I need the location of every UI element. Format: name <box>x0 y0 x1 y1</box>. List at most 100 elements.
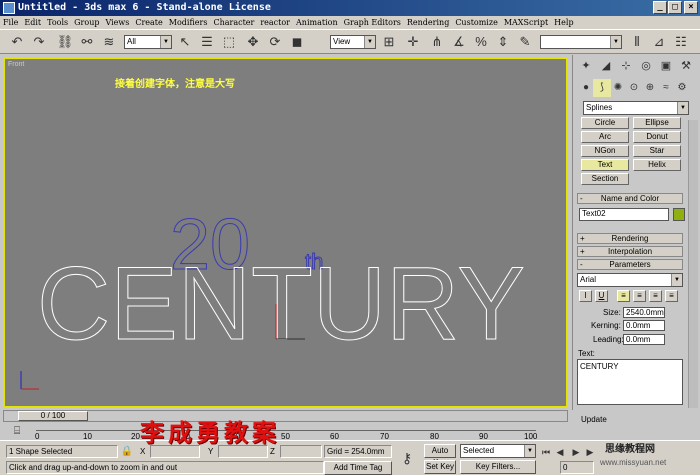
leading-spinner[interactable]: 0.0mm <box>623 334 665 345</box>
maximize-button[interactable]: □ <box>668 1 682 14</box>
menu-reactor[interactable]: reactor <box>257 16 293 29</box>
undo-icon[interactable]: ↶ <box>8 33 26 51</box>
ellipse-button[interactable]: Ellipse <box>633 117 681 129</box>
name-and-color-rollout[interactable]: - Name and Color <box>577 193 683 204</box>
justify-button[interactable]: ≡ <box>665 290 678 302</box>
menu-graph-editors[interactable]: Graph Editors <box>341 16 404 29</box>
section-button[interactable]: Section <box>581 173 629 185</box>
object-name-field[interactable]: Text02 <box>579 208 669 221</box>
display-tab-icon[interactable]: ▣ <box>657 57 675 75</box>
menu-character[interactable]: Character <box>210 16 257 29</box>
shape-category-dropdown[interactable]: Splines ▼ <box>583 101 689 115</box>
current-frame-field[interactable]: 0 <box>560 461 594 474</box>
rendering-rollout[interactable]: + Rendering <box>577 233 683 244</box>
go-to-start-icon[interactable]: ⏮ <box>540 443 552 461</box>
menu-help[interactable]: Help <box>551 16 576 29</box>
text-button[interactable]: Text <box>581 159 629 171</box>
select-move-icon[interactable]: ✥ <box>244 33 262 51</box>
utilities-tab-icon[interactable]: ⚒ <box>677 57 695 75</box>
select-manipulate-icon[interactable]: ✛ <box>404 33 422 51</box>
menu-maxscript[interactable]: MAXScript <box>501 16 551 29</box>
command-panel: ✦ ◢ ⊹ ◎ ▣ ⚒ ● ⟆ ✺ ⊙ ⊕ ≈ ⚙ Splines ▼ Circ… <box>572 55 700 424</box>
close-button[interactable]: × <box>684 1 698 14</box>
align-left-button[interactable]: ≡ <box>617 290 630 302</box>
angle-snap-icon[interactable]: ∡ <box>450 33 468 51</box>
menu-customize[interactable]: Customize <box>452 16 501 29</box>
z-coordinate-field[interactable] <box>280 445 322 458</box>
rectangular-selection-icon[interactable]: ⬚ <box>220 33 238 51</box>
menu-rendering[interactable]: Rendering <box>404 16 452 29</box>
selection-filter-value: All <box>127 37 136 46</box>
snap-toggle-icon[interactable]: ⋔ <box>428 33 446 51</box>
command-panel-scrollbar[interactable] <box>688 120 698 408</box>
reference-coordinate-dropdown[interactable]: View ▼ <box>330 35 376 49</box>
track-bar[interactable]: ⌸ 0 10 20 30 40 50 60 70 80 90 100 <box>0 422 570 441</box>
set-key-button[interactable]: Set Key <box>424 460 456 474</box>
align-right-button[interactable]: ≡ <box>649 290 662 302</box>
select-by-name-icon[interactable]: ☰ <box>198 33 216 51</box>
set-key-icon[interactable]: ⚷ <box>396 449 418 467</box>
menu-edit[interactable]: Edit <box>21 16 44 29</box>
text-input-area[interactable]: CENTURY <box>577 359 683 405</box>
menu-file[interactable]: File <box>0 16 21 29</box>
kerning-spinner[interactable]: 0.0mm <box>623 320 665 331</box>
select-scale-icon[interactable]: ◼ <box>288 33 306 51</box>
donut-button[interactable]: Donut <box>633 131 681 143</box>
app-icon[interactable] <box>3 2 15 14</box>
selection-filter-dropdown[interactable]: All ▼ <box>124 35 172 49</box>
size-spinner[interactable]: 2540.0mm <box>623 307 665 318</box>
edit-named-selections-icon[interactable]: ✎ <box>516 33 534 51</box>
align-icon[interactable]: ⊿ <box>650 33 668 51</box>
menu-views[interactable]: Views <box>102 16 132 29</box>
auto-key-button[interactable]: Auto Key <box>424 444 456 467</box>
play-icon[interactable]: ▶ <box>570 443 582 461</box>
parameters-rollout[interactable]: - Parameters <box>577 259 683 270</box>
next-frame-icon[interactable]: ▶ <box>584 443 596 461</box>
modify-tab-icon[interactable]: ◢ <box>597 57 615 75</box>
key-filters-button[interactable]: Key Filters... <box>460 460 536 474</box>
menu-modifiers[interactable]: Modifiers <box>166 16 211 29</box>
circle-button[interactable]: Circle <box>581 117 629 129</box>
italic-button[interactable]: I <box>579 290 592 302</box>
add-time-tag-button[interactable]: Add Time Tag <box>324 461 392 475</box>
star-button[interactable]: Star <box>633 145 681 157</box>
create-tab-icon[interactable]: ✦ <box>577 57 595 75</box>
key-mode-dropdown[interactable]: Selected ▼ <box>460 444 536 458</box>
mirror-icon[interactable]: ⫴ <box>628 33 646 51</box>
minimize-button[interactable]: _ <box>653 1 667 14</box>
mini-curve-editor-icon[interactable]: ⌸ <box>8 422 26 440</box>
object-color-swatch[interactable] <box>673 208 685 221</box>
helix-button[interactable]: Helix <box>633 159 681 171</box>
panel-tabs: ✦ ◢ ⊹ ◎ ▣ ⚒ <box>577 57 697 75</box>
time-slider[interactable]: 0 / 100 <box>3 410 568 422</box>
named-selection-dropdown[interactable]: ▼ <box>540 35 622 49</box>
leading-label: Leading: <box>593 335 624 344</box>
spinner-snap-icon[interactable]: ⇕ <box>494 33 512 51</box>
lock-selection-icon[interactable]: 🔒 <box>120 443 134 461</box>
font-dropdown[interactable]: Arial ▼ <box>577 273 683 287</box>
select-rotate-icon[interactable]: ⟳ <box>266 33 284 51</box>
bind-space-warp-icon[interactable]: ≋ <box>100 33 118 51</box>
previous-frame-icon[interactable]: ◀ <box>554 443 566 461</box>
ngon-button[interactable]: NGon <box>581 145 629 157</box>
align-center-button[interactable]: ≡ <box>633 290 646 302</box>
hierarchy-tab-icon[interactable]: ⊹ <box>617 57 635 75</box>
menu-create[interactable]: Create <box>132 16 165 29</box>
systems-icon[interactable]: ⚙ <box>673 79 691 97</box>
pivot-center-icon[interactable]: ⊞ <box>380 33 398 51</box>
underline-button[interactable]: U <box>595 290 608 302</box>
select-link-icon[interactable]: ⛓ <box>56 33 74 51</box>
layer-manager-icon[interactable]: ☷ <box>672 33 690 51</box>
time-slider-thumb[interactable]: 0 / 100 <box>18 411 88 421</box>
arc-button[interactable]: Arc <box>581 131 629 143</box>
menu-group[interactable]: Group <box>71 16 102 29</box>
unlink-icon[interactable]: ⚯ <box>78 33 96 51</box>
menu-tools[interactable]: Tools <box>44 16 71 29</box>
percent-snap-icon[interactable]: % <box>472 33 490 51</box>
front-viewport[interactable]: Front 接着创建字体，注意是大写 20 th CENTURY <box>3 57 568 408</box>
motion-tab-icon[interactable]: ◎ <box>637 57 655 75</box>
redo-icon[interactable]: ↷ <box>30 33 48 51</box>
interpolation-rollout[interactable]: + Interpolation <box>577 246 683 257</box>
select-object-icon[interactable]: ↖ <box>176 33 194 51</box>
menu-animation[interactable]: Animation <box>293 16 341 29</box>
